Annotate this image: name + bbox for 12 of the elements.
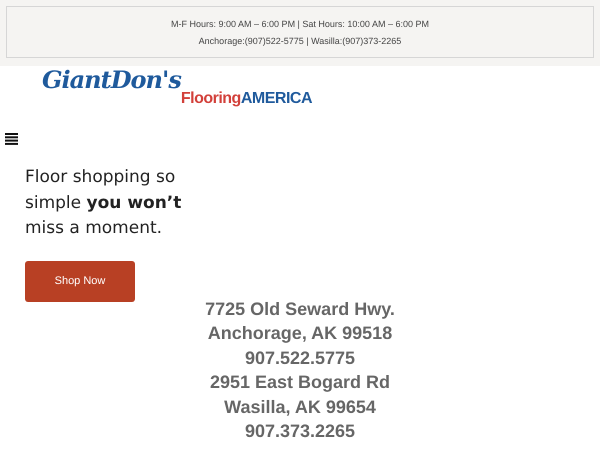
address-line: 2951 East Bogard Rd bbox=[210, 371, 390, 394]
address-line: 907.522.5775 bbox=[244, 346, 356, 370]
address-line: Anchorage, AK 99518 bbox=[208, 322, 392, 346]
address-line: 7725 Old Seward Hwy. bbox=[205, 298, 395, 321]
address-line: 907.373.2265 bbox=[244, 420, 356, 444]
shop-now-button[interactable]: Shop Now bbox=[25, 260, 135, 302]
info-line: M-F Hours: 9:00 AM – 6:00 PM | Sat Hours: 10:00 AM – 6:00 PM bbox=[171, 18, 429, 30]
headline: Floor shopping so simple you won’t miss a moment. bbox=[25, 166, 182, 240]
info-line: Anchorage:(907)522-5775 | Wasilla:(907)373-2265 bbox=[198, 34, 402, 46]
menu-icon[interactable] bbox=[5, 133, 18, 145]
logo[interactable]: GiantDon's FlooringAMERICA bbox=[42, 66, 312, 116]
address-line: Wasilla, AK 99654 bbox=[224, 396, 376, 419]
